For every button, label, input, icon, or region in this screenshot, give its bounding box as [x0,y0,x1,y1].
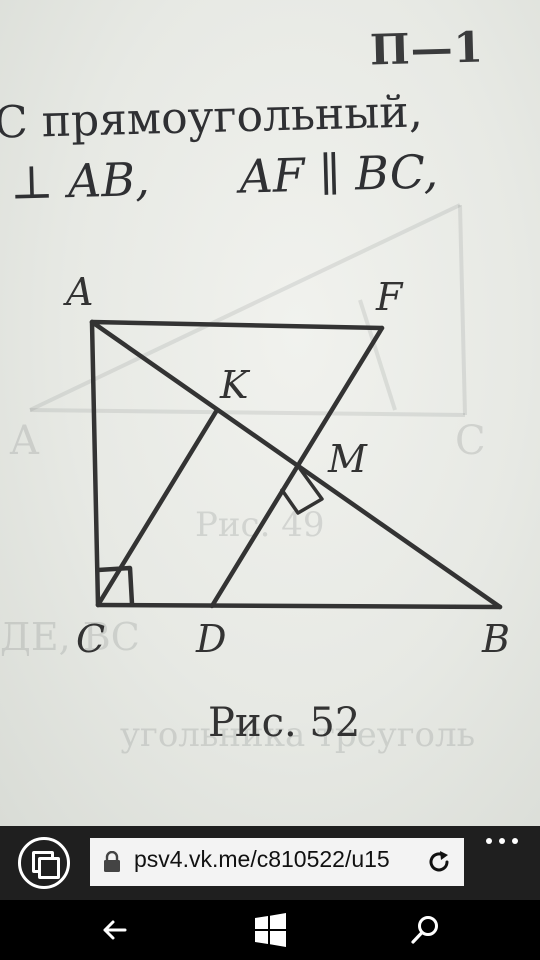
segment-af [89,319,385,331]
point-label-k: K [219,363,251,407]
windows-start-icon[interactable] [248,908,292,952]
point-label-c: C [76,617,105,661]
back-arrow-icon[interactable] [93,908,137,952]
point-label-a: A [63,270,93,314]
point-label-d: D [195,617,226,661]
more-dot-3 [512,838,518,844]
lock-icon [104,851,120,872]
browser-address-bar: psv4.vk.me/c810522/u15 [0,826,540,900]
url-field[interactable]: psv4.vk.me/c810522/u15 [90,838,464,886]
url-text: psv4.vk.me/c810522/u15 [134,846,390,872]
right-angle-mark-m [280,464,324,515]
more-dot-2 [499,838,505,844]
point-label-b: B [481,617,510,661]
more-dot-1 [486,838,492,844]
refresh-icon[interactable] [426,849,452,875]
point-label-f: F [375,275,404,319]
figure-caption: Рис. 52 [208,700,361,746]
segment-ck [95,407,220,608]
point-label-m: M [327,437,368,481]
search-icon[interactable] [403,908,447,952]
textbook-photo: A C Рис. 49 ДЕ, ВС угольника треуголь П—… [0,0,540,826]
tabs-icon[interactable] [18,837,70,889]
more-icon[interactable] [484,830,520,850]
system-nav-bar [0,900,540,960]
segment-cb [95,602,503,610]
segment-ac [89,319,101,608]
tabs-icon-square-front [38,857,60,879]
